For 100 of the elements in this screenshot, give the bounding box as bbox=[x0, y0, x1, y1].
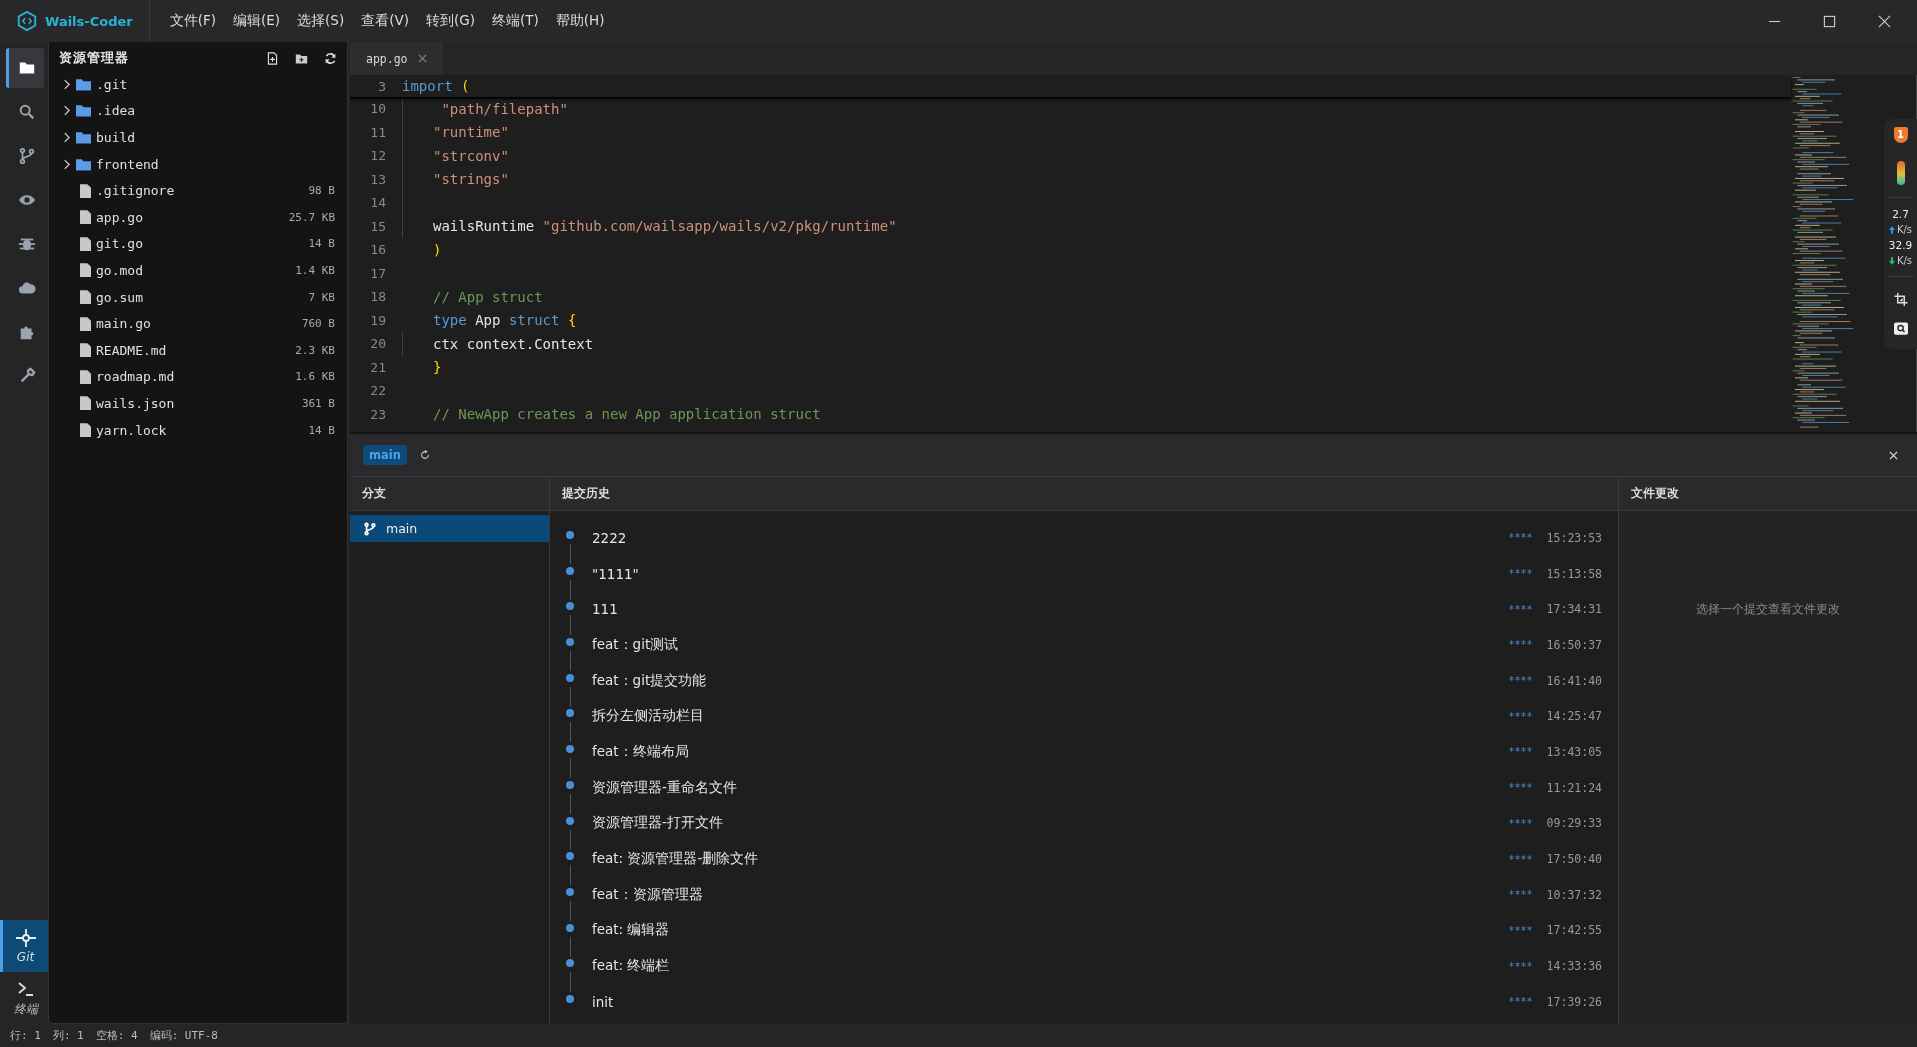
folder-icon bbox=[76, 157, 91, 171]
commit-message[interactable]: 111 bbox=[592, 601, 618, 618]
commit-dot bbox=[566, 602, 574, 611]
commit-hash: **** bbox=[1508, 746, 1533, 758]
commit-dot bbox=[566, 780, 574, 789]
commit-hash: **** bbox=[1508, 996, 1533, 1008]
file-item[interactable]: app.go 25.7 KB bbox=[49, 203, 347, 231]
commit-dot bbox=[566, 673, 574, 682]
commit-dot bbox=[566, 852, 574, 861]
folder-item[interactable]: frontend bbox=[49, 150, 347, 178]
commit-message[interactable]: feat：资源管理器 bbox=[592, 885, 703, 904]
commit-hash: **** bbox=[1508, 639, 1533, 651]
speed-unit: K/s bbox=[1896, 255, 1913, 266]
line-number: 20 bbox=[369, 336, 386, 352]
file-tab[interactable]: app.go bbox=[350, 42, 443, 75]
file-item[interactable]: go.mod 1.4 KB bbox=[49, 257, 347, 284]
code-line: "strconv" bbox=[433, 147, 509, 164]
commit-time: 16:41:40 bbox=[1546, 673, 1602, 688]
commit-dot bbox=[566, 531, 574, 539]
empty-state-text: 选择一个提交查看文件更改 bbox=[1696, 601, 1840, 618]
commit-hash: **** bbox=[1508, 782, 1533, 794]
column-header: 文件更改 bbox=[1631, 485, 1679, 502]
line-number: 19 bbox=[369, 312, 386, 328]
commit-time: 17:34:31 bbox=[1546, 602, 1602, 617]
commit-time: 13:43:05 bbox=[1546, 744, 1602, 759]
git-activity-button[interactable]: Git bbox=[0, 920, 48, 972]
file-item[interactable]: main.go 760 B bbox=[49, 310, 347, 337]
commit-time: 17:39:26 bbox=[1546, 994, 1602, 1009]
code-line: type App struct { bbox=[433, 312, 577, 329]
line-number: 3 bbox=[377, 78, 386, 94]
refresh-icon[interactable] bbox=[418, 449, 431, 461]
commit-dot bbox=[566, 745, 574, 754]
line-number: 22 bbox=[369, 383, 386, 399]
commit-hash: **** bbox=[1508, 817, 1533, 829]
commit-message[interactable]: feat: 终端栏 bbox=[592, 957, 670, 976]
commit-message[interactable]: 拆分左侧活动栏目 bbox=[592, 707, 704, 726]
file-item[interactable]: roadmap.md 1.6 KB bbox=[49, 363, 347, 391]
commit-message[interactable]: feat: 编辑器 bbox=[592, 921, 670, 940]
line-number: 23 bbox=[369, 406, 386, 422]
commit-message[interactable]: 资源管理器-打开文件 bbox=[592, 814, 723, 833]
commit-hash: **** bbox=[1508, 675, 1533, 687]
menu-item[interactable]: 查看(V) bbox=[353, 8, 417, 34]
file-icon bbox=[80, 290, 91, 305]
file-item[interactable]: wails.json 361 B bbox=[49, 390, 347, 417]
down-arrow-icon bbox=[1888, 256, 1895, 265]
commit-hash: **** bbox=[1508, 603, 1533, 615]
menu-item[interactable]: 转到(G) bbox=[418, 8, 483, 34]
commit-dot bbox=[566, 816, 574, 825]
commit-message[interactable]: feat：git测试 bbox=[592, 635, 679, 654]
up-arrow-icon bbox=[1888, 225, 1895, 234]
file-icon bbox=[80, 369, 91, 384]
commit-message[interactable]: 资源管理器-重命名文件 bbox=[592, 778, 737, 797]
maximize-icon[interactable] bbox=[1823, 14, 1836, 28]
file-item[interactable]: git.go 14 B bbox=[49, 230, 347, 258]
commit-message[interactable]: 2222 bbox=[592, 529, 627, 546]
close-icon[interactable] bbox=[1878, 14, 1891, 28]
upload-speed: 2.7 bbox=[1892, 208, 1909, 220]
file-icon bbox=[80, 423, 91, 437]
file-icon bbox=[80, 263, 91, 278]
folder-item[interactable]: .idea bbox=[49, 97, 347, 125]
branch-item[interactable]: main bbox=[350, 515, 549, 542]
line-number: 18 bbox=[369, 289, 386, 305]
commit-message[interactable]: "1111" bbox=[592, 565, 639, 582]
file-item[interactable]: .gitignore 98 B bbox=[49, 177, 347, 204]
download-speed: 32.9 bbox=[1888, 239, 1913, 251]
commit-message[interactable]: feat：git提交功能 bbox=[592, 671, 707, 690]
code-line: "path/filepath" bbox=[440, 100, 568, 117]
search-icon[interactable] bbox=[1893, 322, 1908, 335]
commit-message[interactable]: feat：终端布局 bbox=[592, 742, 689, 761]
refresh-icon[interactable] bbox=[324, 51, 337, 65]
column-header: 提交历史 bbox=[562, 485, 610, 502]
new-folder-icon[interactable] bbox=[295, 51, 308, 65]
status-item: 行: 1 bbox=[10, 1028, 41, 1043]
menu-item[interactable]: 终端(T) bbox=[484, 8, 547, 34]
commit-dot bbox=[566, 959, 574, 968]
commit-time: 17:42:55 bbox=[1546, 923, 1602, 938]
folder-activity-button[interactable] bbox=[6, 48, 44, 88]
menu-item[interactable]: 帮助(H) bbox=[547, 8, 613, 34]
new-file-icon[interactable] bbox=[266, 51, 279, 65]
hexagon-logo-icon bbox=[16, 10, 38, 32]
terminal-activity-button[interactable]: 终端 bbox=[0, 972, 48, 1024]
menu-item[interactable]: 文件(F) bbox=[161, 8, 224, 34]
file-item[interactable]: README.md 2.3 KB bbox=[49, 336, 347, 364]
commit-message[interactable]: feat: 资源管理器-删除文件 bbox=[592, 850, 759, 869]
commit-dot bbox=[566, 887, 574, 896]
crop-icon[interactable] bbox=[1893, 293, 1908, 306]
folder-item[interactable]: build bbox=[49, 124, 347, 151]
commit-message[interactable]: init bbox=[592, 993, 614, 1010]
file-item[interactable]: yarn.lock 14 B bbox=[49, 416, 347, 444]
line-number: 21 bbox=[369, 359, 386, 375]
search-icon bbox=[17, 103, 36, 121]
menu-item[interactable]: 选择(S) bbox=[289, 8, 353, 34]
menu-item[interactable]: 编辑(E) bbox=[225, 8, 289, 34]
file-item[interactable]: go.sum 7 KB bbox=[49, 283, 347, 311]
file-icon bbox=[80, 343, 91, 358]
line-number: 12 bbox=[369, 148, 386, 164]
folder-item[interactable]: .git bbox=[49, 71, 347, 98]
commit-icon bbox=[13, 928, 38, 948]
line-number: 13 bbox=[369, 171, 386, 187]
commit-hash: **** bbox=[1508, 924, 1533, 936]
